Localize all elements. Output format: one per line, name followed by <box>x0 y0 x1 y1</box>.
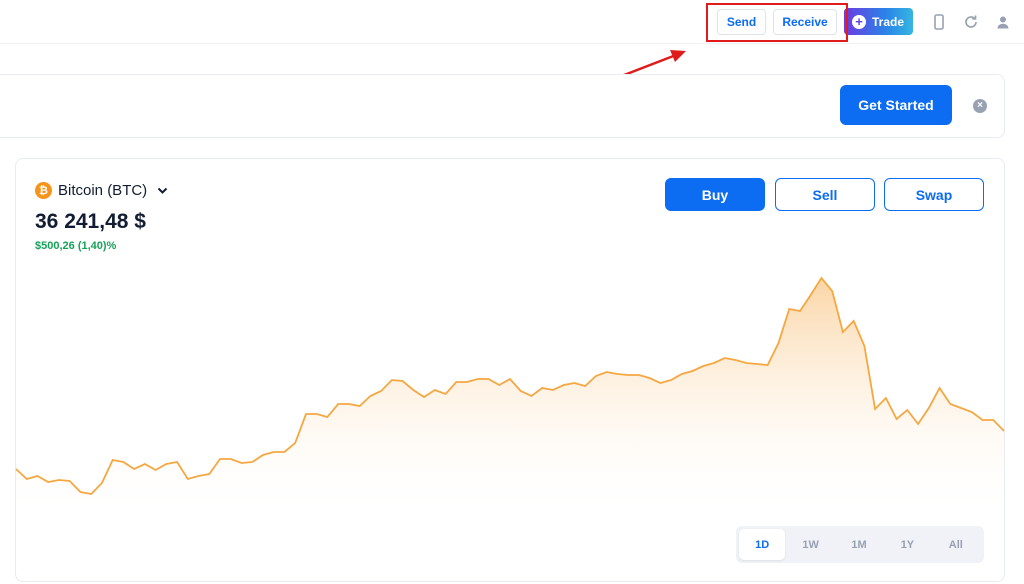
swap-button[interactable]: Swap <box>884 178 984 211</box>
buy-button[interactable]: Buy <box>665 178 765 211</box>
range-tab-1d[interactable]: 1D <box>739 529 786 560</box>
price-change: $500,26 (1,40)% <box>35 240 117 252</box>
price-chart <box>15 276 1005 520</box>
bitcoin-icon: ₿ <box>35 182 52 199</box>
range-tab-all[interactable]: All <box>933 529 979 560</box>
range-tab-1y[interactable]: 1Y <box>884 529 930 560</box>
asset-price: 36 241,48 $ <box>35 210 146 233</box>
range-tab-1m[interactable]: 1M <box>836 529 882 560</box>
chevron-down-icon <box>157 184 168 198</box>
sell-button[interactable]: Sell <box>775 178 875 211</box>
range-tab-1w[interactable]: 1W <box>787 529 833 560</box>
asset-name: Bitcoin (BTC) <box>58 182 148 199</box>
time-range-selector: 1D 1W 1M 1Y All <box>736 526 984 563</box>
chart-area-fill <box>16 278 1004 520</box>
asset-selector[interactable]: ₿ Bitcoin (BTC) <box>35 182 168 199</box>
